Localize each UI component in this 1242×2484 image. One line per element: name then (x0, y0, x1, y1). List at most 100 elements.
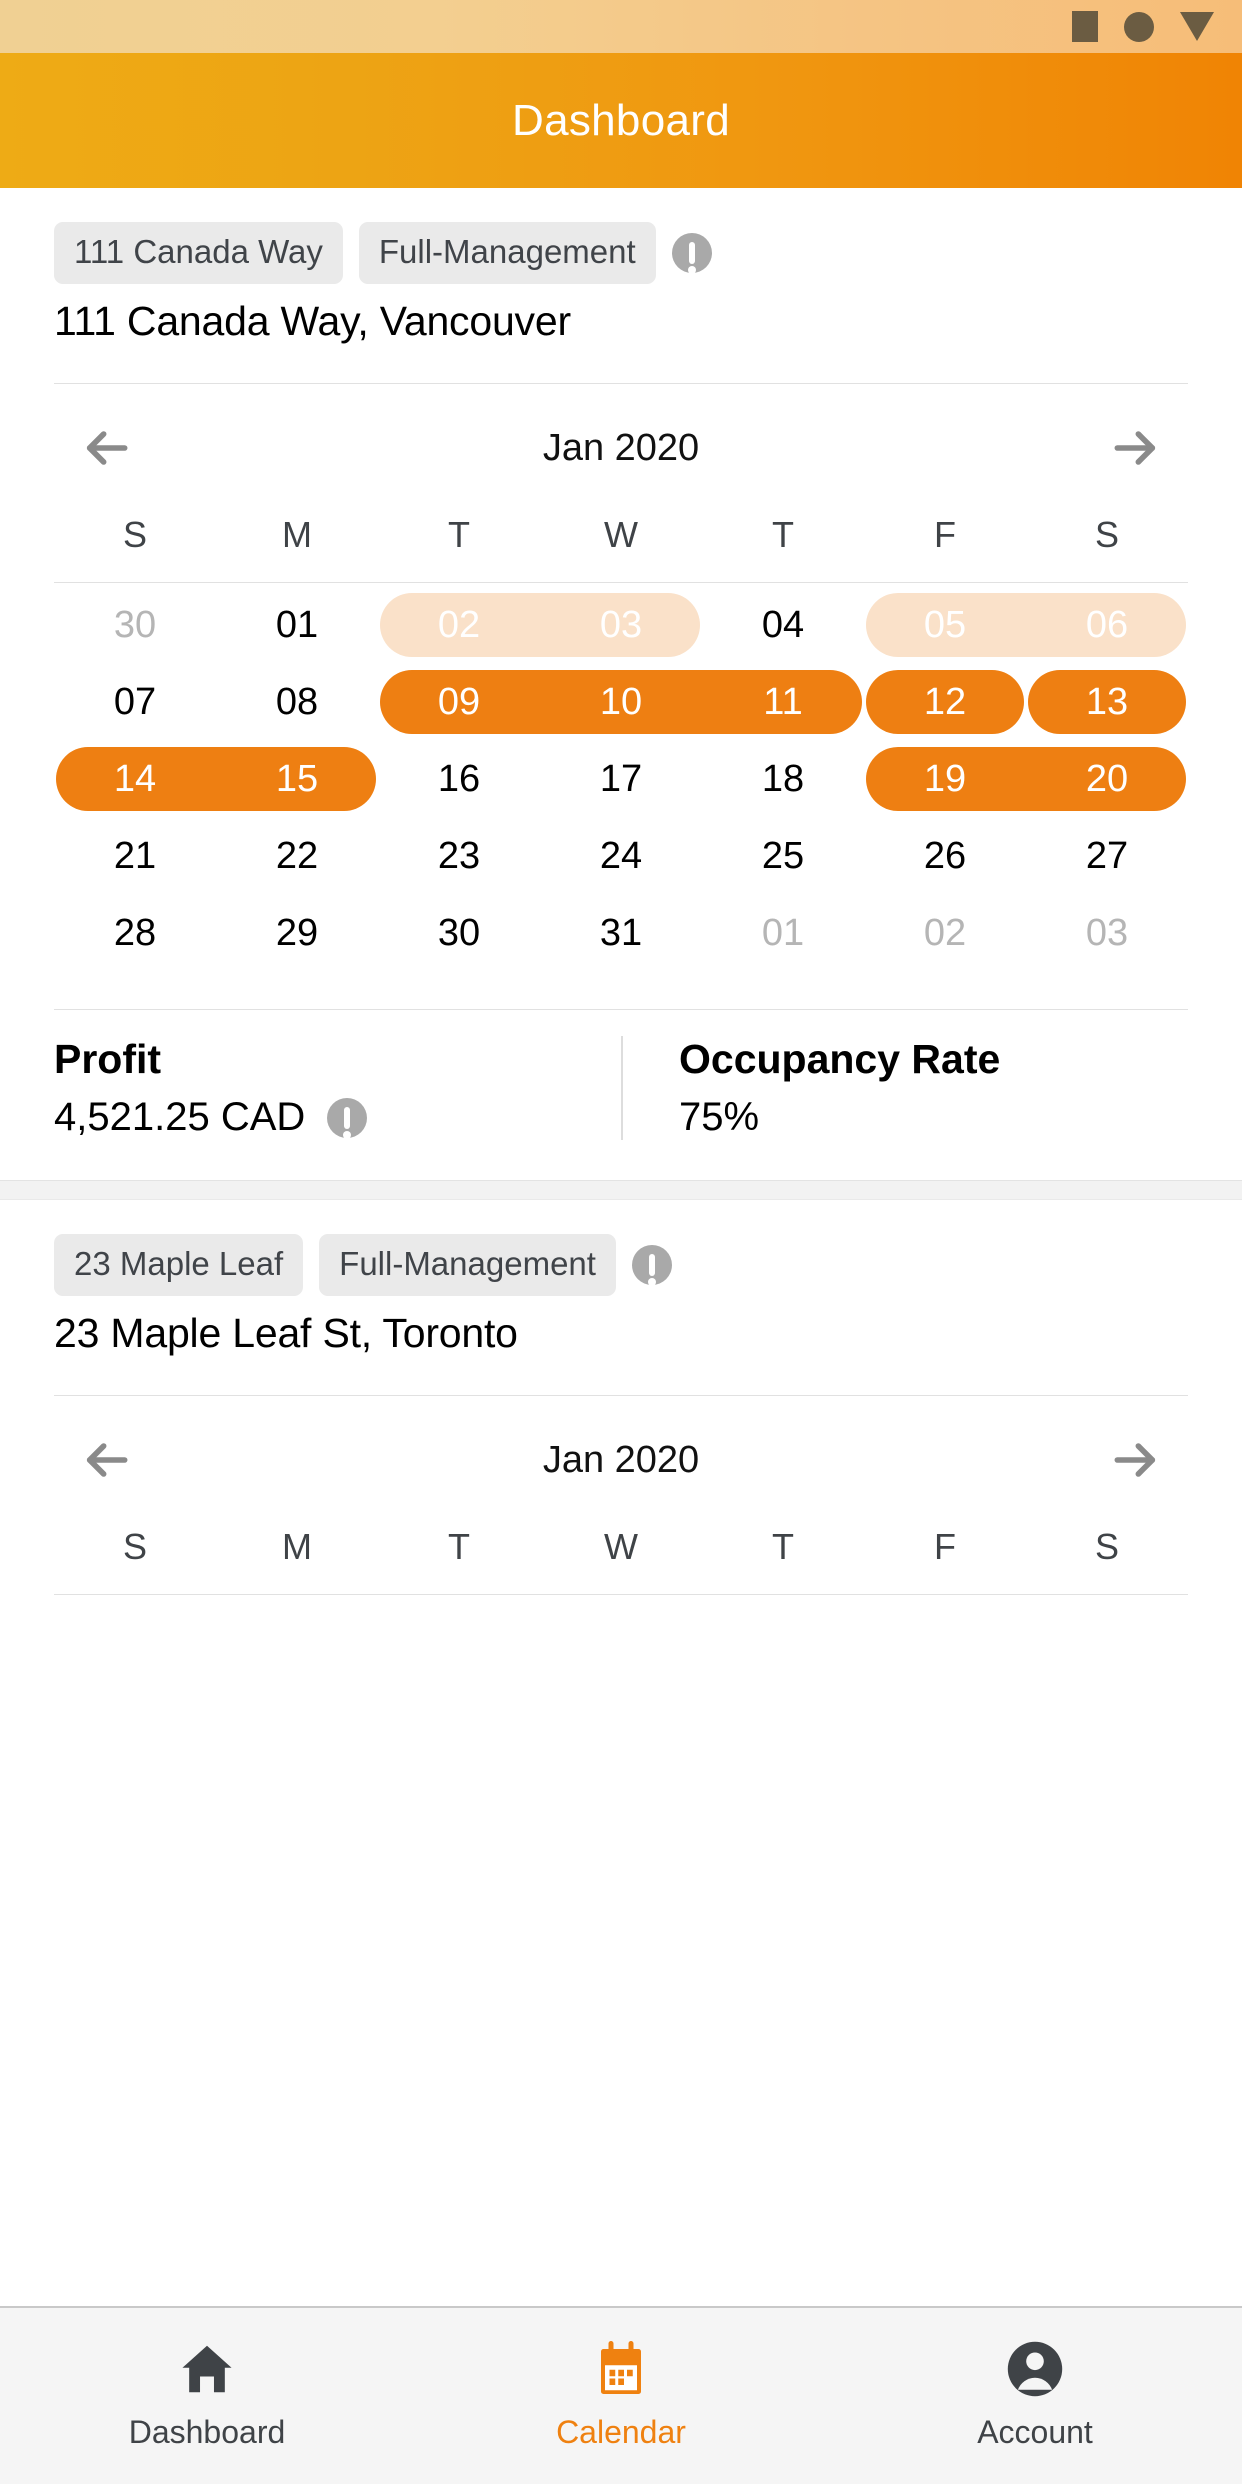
calendar-day[interactable]: 28 (54, 895, 216, 971)
weekday-header-1: SMTWTFS (54, 1514, 1188, 1594)
calendar-day[interactable]: 01 (702, 895, 864, 971)
prev-month-button[interactable] (78, 1432, 134, 1488)
calendar-day[interactable]: 30 (54, 587, 216, 663)
scroll-body[interactable]: 111 Canada Way Full-Management 111 Canad… (0, 188, 1242, 2306)
calendar-days-0[interactable]: 30 01 02 03 04 05 06 07 08 09 10 11 12 13 14 15 16 17 18 19… (54, 583, 1188, 971)
property-address: 111 Canada Way, Vancouver (54, 298, 571, 344)
calendar-day[interactable]: 08 (216, 664, 378, 740)
property-type-badge[interactable]: Full-Management (319, 1234, 616, 1296)
calendar-day[interactable]: 05 (864, 587, 1026, 663)
calendar-month-label: Jan 2020 (542, 426, 700, 469)
calendar-day[interactable]: 09 (378, 664, 540, 740)
app-bar: Dashboard (0, 53, 1242, 188)
calendar-day[interactable]: 01 (216, 587, 378, 663)
stop-square-icon (1072, 11, 1098, 42)
calendar-icon (591, 2336, 651, 2402)
calendar-day[interactable]: 03 (540, 587, 702, 663)
home-icon (175, 2336, 239, 2402)
calendar-day[interactable]: 02 (864, 895, 1026, 971)
calendar-day[interactable]: 19 (864, 741, 1026, 817)
calendar-day[interactable]: 21 (54, 818, 216, 894)
calendar-day[interactable]: 29 (216, 895, 378, 971)
calendar-day[interactable]: 26 (864, 818, 1026, 894)
stat-occupancy-rate: Occupancy Rate 75% (621, 1036, 1188, 1140)
account-icon (1003, 2336, 1067, 2402)
calendar-day[interactable]: 25 (702, 818, 864, 894)
info-icon[interactable] (671, 233, 712, 274)
page-title: Dashboard (512, 95, 730, 145)
calendar-day[interactable]: 02 (378, 587, 540, 663)
nav-label: Account (977, 2414, 1093, 2450)
calendar-day[interactable]: 13 (1026, 664, 1188, 740)
exclamation-glyph (647, 1254, 656, 1286)
record-circle-icon (1124, 11, 1154, 42)
weekday-header-0: SMTWTFS (54, 502, 1188, 582)
calendar-week-row: 30 01 02 03 04 05 06 (54, 587, 1188, 663)
stat-value: 4,521.25 CAD (54, 1095, 306, 1139)
property-address: 23 Maple Leaf St, Toronto (54, 1310, 518, 1356)
weekday-label: T (448, 514, 470, 555)
calendar-day[interactable]: 17 (540, 741, 702, 817)
nav-item-dashboard[interactable]: Dashboard (0, 2336, 414, 2451)
calendar-day[interactable]: 27 (1026, 818, 1188, 894)
property-type-badge[interactable]: Full-Management (358, 222, 656, 284)
calendar-day[interactable]: 24 (540, 818, 702, 894)
app-screen: Dashboard 111 Canada Way Full-Management… (0, 0, 1242, 2484)
calendar-nav-1: Jan 2020 (54, 1406, 1188, 1514)
arrow-left-icon (86, 431, 128, 465)
arrow-right-icon (1114, 1443, 1156, 1477)
calendar-day[interactable]: 07 (54, 664, 216, 740)
calendar-day[interactable]: 10 (540, 664, 702, 740)
next-month-button[interactable] (1108, 420, 1164, 476)
info-icon[interactable] (327, 1097, 368, 1139)
calendar-day[interactable]: 31 (540, 895, 702, 971)
calendar-day[interactable]: 06 (1026, 587, 1188, 663)
status-bar (0, 0, 1242, 53)
nav-item-account[interactable]: Account (828, 2336, 1242, 2451)
info-icon[interactable] (631, 1245, 672, 1286)
weekday-label: M (282, 1526, 312, 1567)
weekday-label: T (448, 1526, 470, 1567)
property-card-1: 23 Maple Leaf Full-Management 23 Maple L… (0, 1200, 1242, 1595)
calendar-day[interactable]: 04 (702, 587, 864, 663)
stat-value: 75% (679, 1095, 760, 1139)
weekday-label: F (934, 1526, 956, 1567)
calendar-day[interactable]: 14 (54, 741, 216, 817)
calendar-nav-0: Jan 2020 (54, 394, 1188, 502)
calendar-day[interactable]: 03 (1026, 895, 1188, 971)
stat-value-row: 4,521.25 CAD (54, 1095, 601, 1140)
bottom-navigation: Dashboard Calendar Account (0, 2306, 1242, 2484)
calendar-month-label: Jan 2020 (542, 1438, 700, 1481)
weekday-label: W (604, 1526, 638, 1567)
calendar-day[interactable]: 30 (378, 895, 540, 971)
calendar-day[interactable]: 20 (1026, 741, 1188, 817)
calendar-week-row: 28 29 30 31 01 02 03 (54, 895, 1188, 971)
calendar-day[interactable]: 23 (378, 818, 540, 894)
prev-month-button[interactable] (78, 420, 134, 476)
weekday-label: S (1094, 1526, 1119, 1567)
calendar-day[interactable]: 22 (216, 818, 378, 894)
property-header-1: 23 Maple Leaf Full-Management 23 Maple L… (54, 1200, 1188, 1357)
property-name-badge[interactable]: 111 Canada Way (54, 222, 343, 284)
stat-label: Profit (54, 1036, 162, 1082)
calendar-day[interactable]: 11 (702, 664, 864, 740)
stat-label: Occupancy Rate (679, 1036, 1001, 1082)
weekday-label: T (772, 514, 794, 555)
calendar-divider (54, 1594, 1188, 1595)
nav-label: Dashboard (128, 2414, 286, 2450)
exclamation-glyph (687, 242, 696, 274)
dropdown-triangle-icon (1180, 12, 1214, 41)
nav-item-calendar[interactable]: Calendar (414, 2336, 828, 2451)
calendar-0: Jan 2020 SMTWTFS 30 01 02 03 04 05 06 07 08 09 10 1… (54, 384, 1188, 971)
calendar-day[interactable]: 15 (216, 741, 378, 817)
calendar-1: Jan 2020 S M T W T F S (54, 1396, 1188, 1595)
calendar-day[interactable]: 16 (378, 741, 540, 817)
nav-label: Calendar (556, 2414, 686, 2450)
badge-row-0: 111 Canada Way Full-Management (54, 222, 1188, 284)
calendar-day[interactable]: 12 (864, 664, 1026, 740)
property-header-0: 111 Canada Way Full-Management 111 Canad… (54, 188, 1188, 345)
property-name-badge[interactable]: 23 Maple Leaf (54, 1234, 304, 1296)
next-month-button[interactable] (1108, 1432, 1164, 1488)
calendar-day[interactable]: 18 (702, 741, 864, 817)
arrow-left-icon (86, 1443, 128, 1477)
